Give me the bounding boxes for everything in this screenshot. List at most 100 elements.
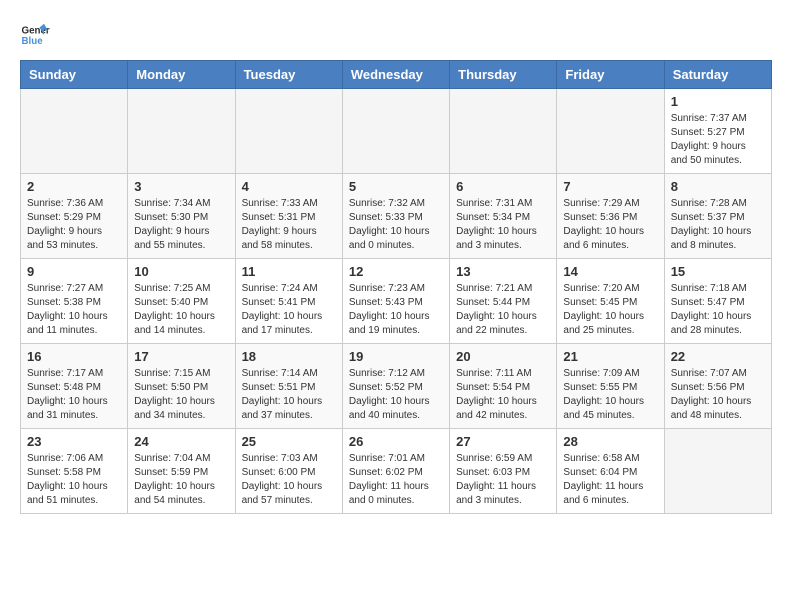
day-info: Sunrise: 7:17 AM Sunset: 5:48 PM Dayligh… bbox=[27, 367, 121, 423]
day-number: 26 bbox=[349, 434, 443, 449]
day-number: 1 bbox=[671, 94, 765, 109]
day-info: Sunrise: 6:58 AM Sunset: 6:04 PM Dayligh… bbox=[563, 452, 657, 508]
calendar-cell: 14Sunrise: 7:20 AM Sunset: 5:45 PM Dayli… bbox=[557, 259, 664, 344]
calendar-week-row: 23Sunrise: 7:06 AM Sunset: 5:58 PM Dayli… bbox=[21, 429, 772, 514]
day-number: 5 bbox=[349, 179, 443, 194]
calendar-cell bbox=[128, 89, 235, 174]
day-number: 21 bbox=[563, 349, 657, 364]
day-number: 25 bbox=[242, 434, 336, 449]
calendar-cell bbox=[21, 89, 128, 174]
day-info: Sunrise: 7:36 AM Sunset: 5:29 PM Dayligh… bbox=[27, 197, 121, 253]
day-info: Sunrise: 7:09 AM Sunset: 5:55 PM Dayligh… bbox=[563, 367, 657, 423]
day-number: 6 bbox=[456, 179, 550, 194]
day-number: 20 bbox=[456, 349, 550, 364]
day-number: 17 bbox=[134, 349, 228, 364]
day-info: Sunrise: 7:12 AM Sunset: 5:52 PM Dayligh… bbox=[349, 367, 443, 423]
calendar-table: SundayMondayTuesdayWednesdayThursdayFrid… bbox=[20, 60, 772, 514]
calendar-week-row: 1 Sunrise: 7:37 AM Sunset: 5:27 PM Daylig… bbox=[21, 89, 772, 174]
calendar-cell: 28 Sunrise: 6:58 AM Sunset: 6:04 PM Dayli… bbox=[557, 429, 664, 514]
calendar-cell: 5 Sunrise: 7:32 AM Sunset: 5:33 PM Daylig… bbox=[342, 174, 449, 259]
day-number: 11 bbox=[242, 264, 336, 279]
calendar-day-header: Wednesday bbox=[342, 61, 449, 89]
day-number: 15 bbox=[671, 264, 765, 279]
calendar-cell: 24 Sunrise: 7:04 AM Sunset: 5:59 PM Dayli… bbox=[128, 429, 235, 514]
calendar-cell: 1 Sunrise: 7:37 AM Sunset: 5:27 PM Daylig… bbox=[664, 89, 771, 174]
day-info: Sunrise: 7:15 AM Sunset: 5:50 PM Dayligh… bbox=[134, 367, 228, 423]
day-info: Sunrise: 7:33 AM Sunset: 5:31 PM Dayligh… bbox=[242, 197, 336, 253]
calendar-cell: 17 Sunrise: 7:15 AM Sunset: 5:50 PM Dayli… bbox=[128, 344, 235, 429]
calendar-cell: 13 Sunrise: 7:21 AM Sunset: 5:44 PM Dayli… bbox=[450, 259, 557, 344]
calendar-cell bbox=[557, 89, 664, 174]
day-number: 28 bbox=[563, 434, 657, 449]
day-info: Sunrise: 6:59 AM Sunset: 6:03 PM Dayligh… bbox=[456, 452, 550, 508]
calendar-cell: 15 Sunrise: 7:18 AM Sunset: 5:47 PM Dayli… bbox=[664, 259, 771, 344]
calendar-cell: 22Sunrise: 7:07 AM Sunset: 5:56 PM Dayli… bbox=[664, 344, 771, 429]
calendar-cell: 9 Sunrise: 7:27 AM Sunset: 5:38 PM Daylig… bbox=[21, 259, 128, 344]
calendar-cell: 16 Sunrise: 7:17 AM Sunset: 5:48 PM Dayli… bbox=[21, 344, 128, 429]
day-info: Sunrise: 7:03 AM Sunset: 6:00 PM Dayligh… bbox=[242, 452, 336, 508]
calendar-cell: 7 Sunrise: 7:29 AM Sunset: 5:36 PM Daylig… bbox=[557, 174, 664, 259]
day-info: Sunrise: 7:29 AM Sunset: 5:36 PM Dayligh… bbox=[563, 197, 657, 253]
day-info: Sunrise: 7:06 AM Sunset: 5:58 PM Dayligh… bbox=[27, 452, 121, 508]
day-info: Sunrise: 7:18 AM Sunset: 5:47 PM Dayligh… bbox=[671, 282, 765, 338]
calendar-day-header: Tuesday bbox=[235, 61, 342, 89]
calendar-cell: 4 Sunrise: 7:33 AM Sunset: 5:31 PM Daylig… bbox=[235, 174, 342, 259]
day-info: Sunrise: 7:28 AM Sunset: 5:37 PM Dayligh… bbox=[671, 197, 765, 253]
day-number: 12 bbox=[349, 264, 443, 279]
day-number: 2 bbox=[27, 179, 121, 194]
calendar-day-header: Saturday bbox=[664, 61, 771, 89]
calendar-cell bbox=[664, 429, 771, 514]
calendar-cell: 27 Sunrise: 6:59 AM Sunset: 6:03 PM Dayli… bbox=[450, 429, 557, 514]
logo: General Blue bbox=[20, 20, 50, 50]
calendar-day-header: Thursday bbox=[450, 61, 557, 89]
calendar-cell bbox=[342, 89, 449, 174]
calendar-cell bbox=[450, 89, 557, 174]
calendar-day-header: Friday bbox=[557, 61, 664, 89]
calendar-header-row: SundayMondayTuesdayWednesdayThursdayFrid… bbox=[21, 61, 772, 89]
calendar-cell: 20 Sunrise: 7:11 AM Sunset: 5:54 PM Dayli… bbox=[450, 344, 557, 429]
day-info: Sunrise: 7:24 AM Sunset: 5:41 PM Dayligh… bbox=[242, 282, 336, 338]
day-info: Sunrise: 7:11 AM Sunset: 5:54 PM Dayligh… bbox=[456, 367, 550, 423]
day-info: Sunrise: 7:01 AM Sunset: 6:02 PM Dayligh… bbox=[349, 452, 443, 508]
calendar-cell: 12 Sunrise: 7:23 AM Sunset: 5:43 PM Dayli… bbox=[342, 259, 449, 344]
calendar-cell bbox=[235, 89, 342, 174]
day-info: Sunrise: 7:37 AM Sunset: 5:27 PM Dayligh… bbox=[671, 112, 765, 168]
day-number: 10 bbox=[134, 264, 228, 279]
day-number: 18 bbox=[242, 349, 336, 364]
day-number: 3 bbox=[134, 179, 228, 194]
day-info: Sunrise: 7:21 AM Sunset: 5:44 PM Dayligh… bbox=[456, 282, 550, 338]
day-number: 7 bbox=[563, 179, 657, 194]
day-number: 4 bbox=[242, 179, 336, 194]
day-info: Sunrise: 7:14 AM Sunset: 5:51 PM Dayligh… bbox=[242, 367, 336, 423]
day-number: 24 bbox=[134, 434, 228, 449]
day-number: 27 bbox=[456, 434, 550, 449]
calendar-week-row: 9 Sunrise: 7:27 AM Sunset: 5:38 PM Daylig… bbox=[21, 259, 772, 344]
day-number: 13 bbox=[456, 264, 550, 279]
calendar-cell: 19Sunrise: 7:12 AM Sunset: 5:52 PM Dayli… bbox=[342, 344, 449, 429]
day-info: Sunrise: 7:27 AM Sunset: 5:38 PM Dayligh… bbox=[27, 282, 121, 338]
calendar-cell: 21 Sunrise: 7:09 AM Sunset: 5:55 PM Dayli… bbox=[557, 344, 664, 429]
calendar-cell: 18 Sunrise: 7:14 AM Sunset: 5:51 PM Dayli… bbox=[235, 344, 342, 429]
calendar-cell: 26 Sunrise: 7:01 AM Sunset: 6:02 PM Dayli… bbox=[342, 429, 449, 514]
calendar-cell: 3Sunrise: 7:34 AM Sunset: 5:30 PM Daylig… bbox=[128, 174, 235, 259]
calendar-cell: 2 Sunrise: 7:36 AM Sunset: 5:29 PM Daylig… bbox=[21, 174, 128, 259]
calendar-cell: 25 Sunrise: 7:03 AM Sunset: 6:00 PM Dayli… bbox=[235, 429, 342, 514]
day-info: Sunrise: 7:25 AM Sunset: 5:40 PM Dayligh… bbox=[134, 282, 228, 338]
calendar-cell: 11 Sunrise: 7:24 AM Sunset: 5:41 PM Dayli… bbox=[235, 259, 342, 344]
calendar-cell: 6 Sunrise: 7:31 AM Sunset: 5:34 PM Daylig… bbox=[450, 174, 557, 259]
calendar-day-header: Sunday bbox=[21, 61, 128, 89]
day-info: Sunrise: 7:31 AM Sunset: 5:34 PM Dayligh… bbox=[456, 197, 550, 253]
day-number: 16 bbox=[27, 349, 121, 364]
svg-text:Blue: Blue bbox=[22, 36, 44, 47]
day-number: 22 bbox=[671, 349, 765, 364]
calendar-cell: 10 Sunrise: 7:25 AM Sunset: 5:40 PM Dayli… bbox=[128, 259, 235, 344]
day-number: 9 bbox=[27, 264, 121, 279]
day-info: Sunrise: 7:23 AM Sunset: 5:43 PM Dayligh… bbox=[349, 282, 443, 338]
day-number: 14 bbox=[563, 264, 657, 279]
day-info: Sunrise: 7:04 AM Sunset: 5:59 PM Dayligh… bbox=[134, 452, 228, 508]
page-header: General Blue bbox=[20, 20, 772, 50]
calendar-day-header: Monday bbox=[128, 61, 235, 89]
calendar-week-row: 2 Sunrise: 7:36 AM Sunset: 5:29 PM Daylig… bbox=[21, 174, 772, 259]
day-info: Sunrise: 7:32 AM Sunset: 5:33 PM Dayligh… bbox=[349, 197, 443, 253]
logo-icon: General Blue bbox=[20, 20, 50, 50]
